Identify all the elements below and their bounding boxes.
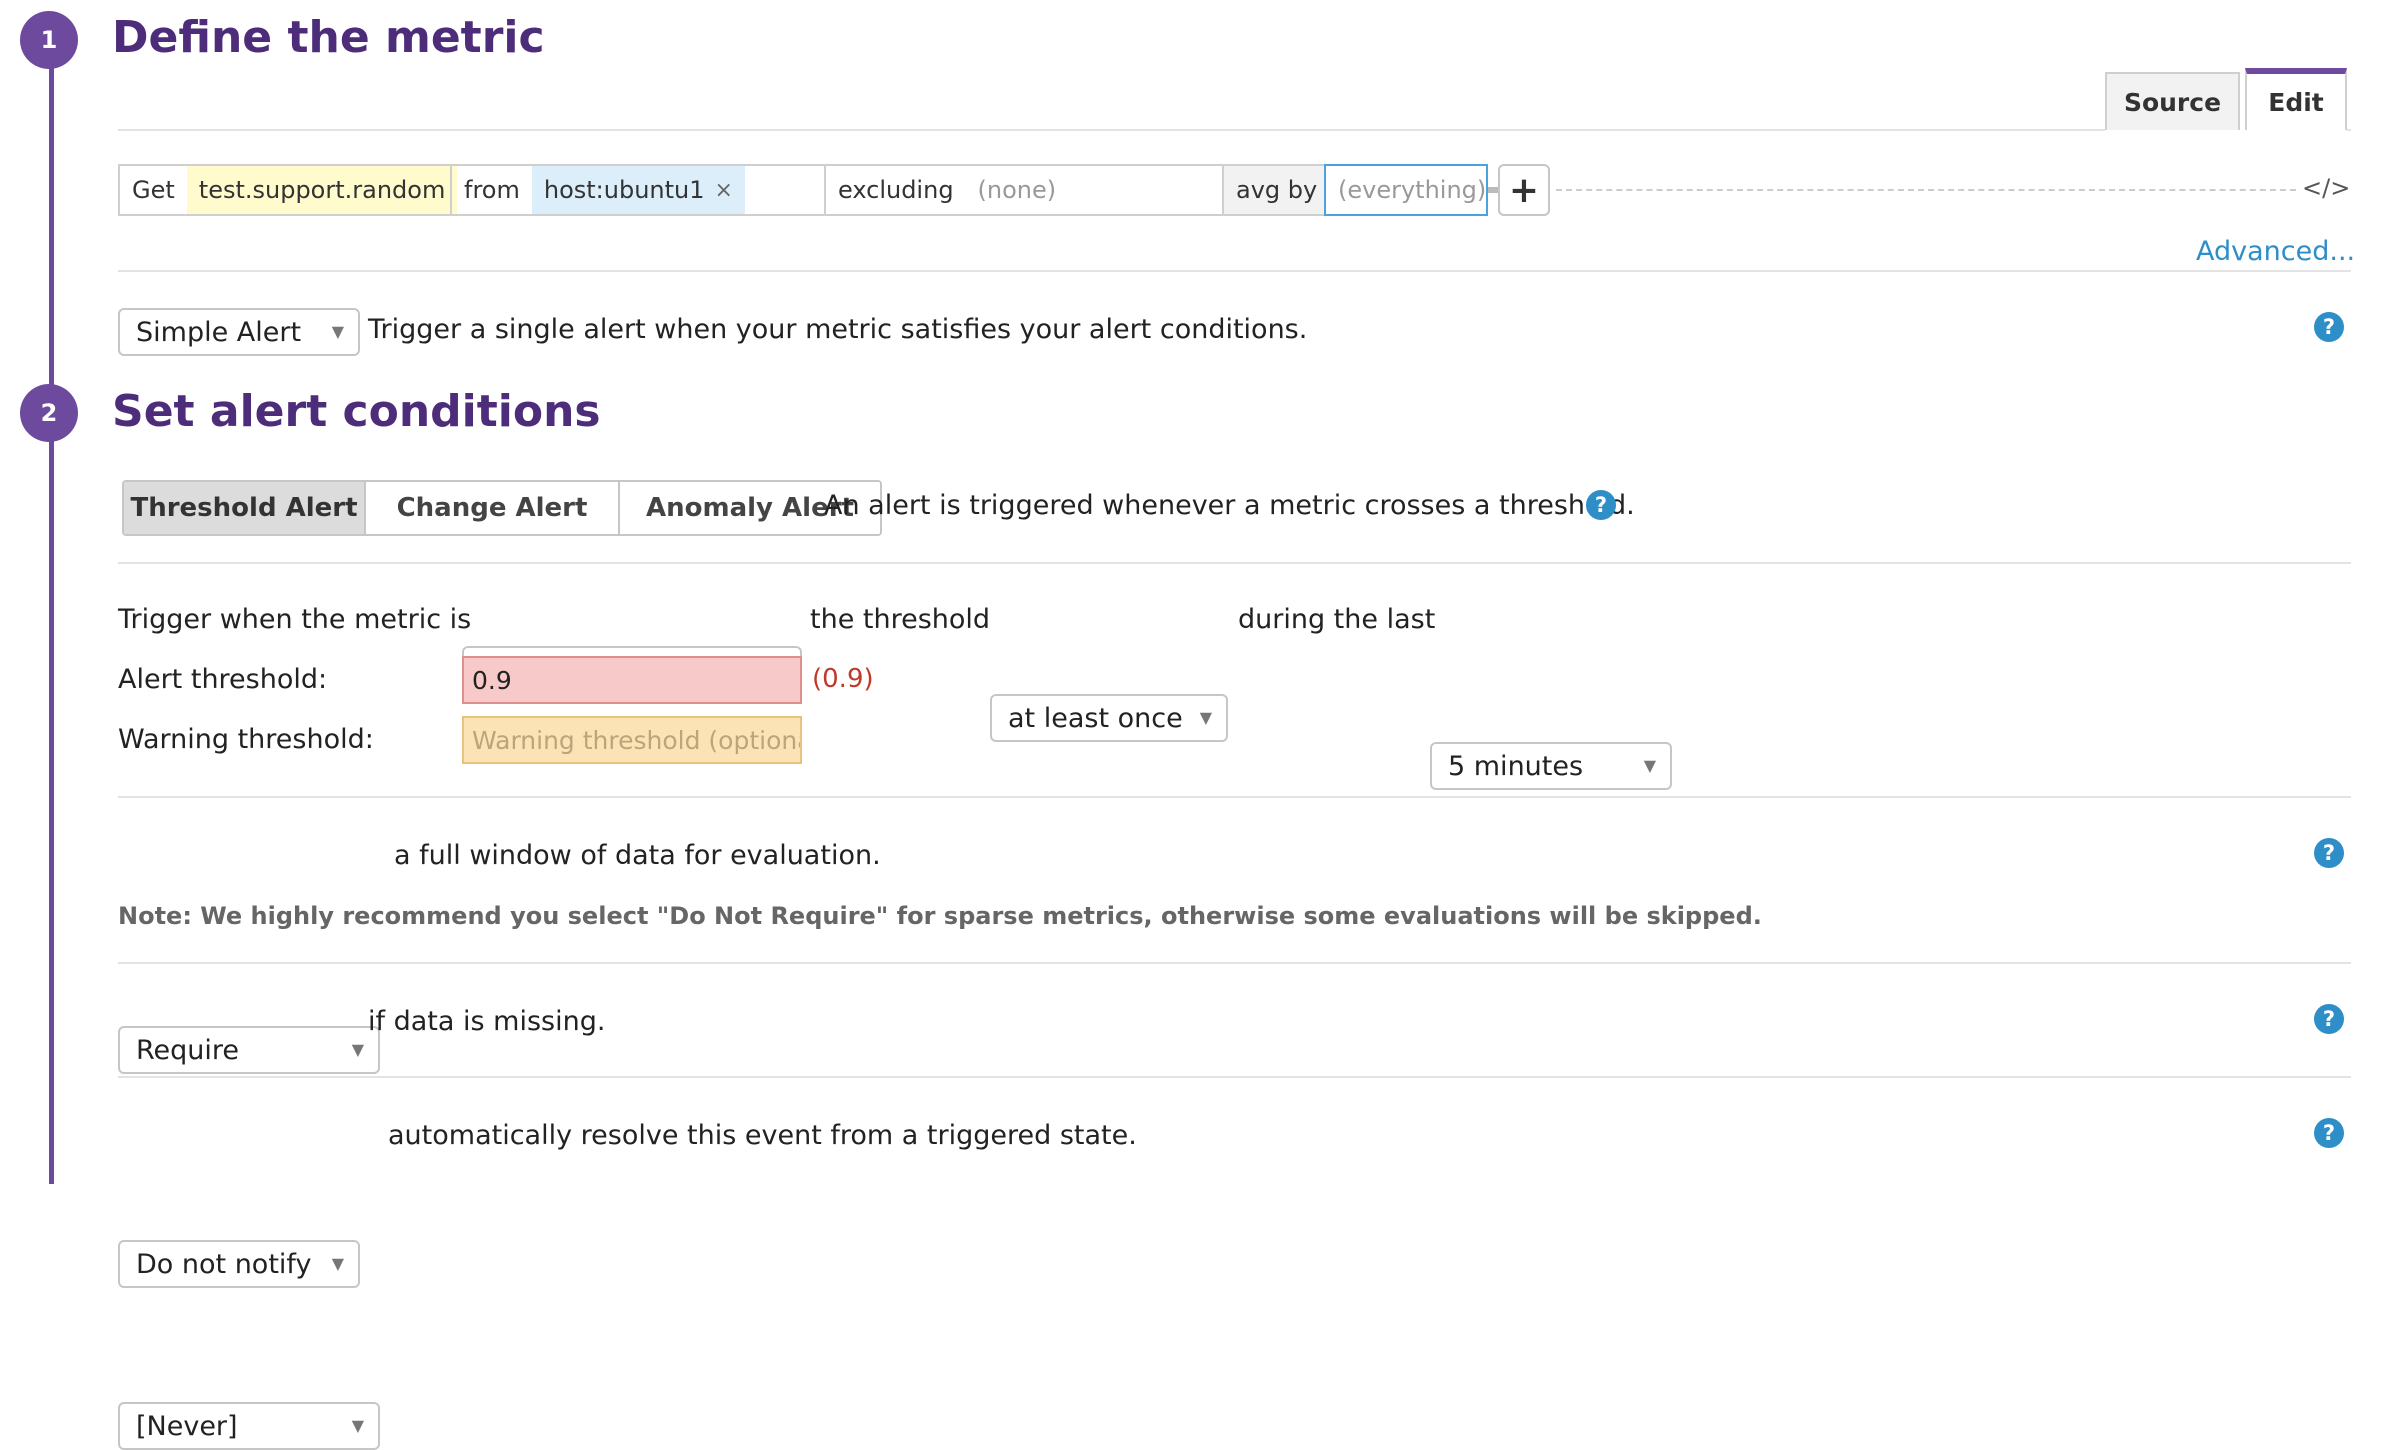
add-query-button[interactable]: +	[1498, 164, 1550, 216]
chevron-down-icon: ▼	[331, 322, 344, 341]
excluding-input[interactable]: (none)	[966, 166, 1069, 214]
help-icon[interactable]: ?	[1586, 490, 1616, 520]
alert-threshold-label: Alert threshold:	[118, 664, 328, 695]
auto-resolve-value: [Never]	[136, 1410, 238, 1442]
sparse-metrics-note: Note: We highly recommend you select "Do…	[118, 902, 1762, 930]
window-select[interactable]: 5 minutes ▼	[1430, 742, 1672, 790]
help-icon[interactable]: ?	[2314, 1118, 2344, 1148]
warning-threshold-label: Warning threshold:	[118, 724, 374, 755]
trigger-during: during the last	[1238, 604, 1436, 635]
remove-tag-icon[interactable]: ×	[715, 178, 733, 203]
divider	[118, 562, 2351, 564]
excluding-label: excluding	[838, 176, 954, 204]
help-icon[interactable]: ?	[2314, 312, 2344, 342]
from-tag-label: host:ubuntu1	[543, 176, 705, 204]
alert-condition-tabs: Threshold Alert Change Alert Anomaly Ale…	[122, 480, 882, 536]
condition-description: An alert is triggered whenever a metric …	[824, 490, 1635, 521]
tab-baseline	[118, 129, 2105, 131]
tab-edit[interactable]: Edit	[2245, 68, 2347, 130]
divider	[118, 1076, 2351, 1078]
step-2-badge: 2	[20, 384, 78, 442]
excluding-selector[interactable]: excluding (none)	[824, 164, 1224, 216]
tab-threshold-alert[interactable]: Threshold Alert	[124, 482, 366, 534]
missing-data-text: if data is missing.	[368, 1006, 606, 1037]
advanced-link[interactable]: Advanced...	[2196, 236, 2355, 267]
frequency-select[interactable]: at least once ▼	[990, 694, 1228, 742]
trigger-prefix: Trigger when the metric is	[118, 604, 472, 635]
avg-by-label-box: avg by	[1222, 164, 1326, 216]
require-window-select[interactable]: Require ▼	[118, 1026, 380, 1074]
chevron-down-icon: ▼	[1643, 756, 1656, 775]
divider	[118, 962, 2351, 964]
frequency-value: at least once	[1008, 702, 1183, 734]
alert-threshold-input[interactable]: 0.9	[462, 656, 802, 704]
avg-by-placeholder: (everything)	[1338, 176, 1487, 204]
from-selector[interactable]: from host:ubuntu1 ×	[450, 164, 826, 216]
metric-name[interactable]: test.support.random	[186, 166, 458, 214]
auto-resolve-select[interactable]: [Never] ▼	[118, 1402, 380, 1450]
code-icon[interactable]: </>	[2302, 174, 2350, 202]
tab-change-alert[interactable]: Change Alert	[366, 482, 620, 534]
auto-resolve-text: automatically resolve this event from a …	[388, 1120, 1137, 1151]
alert-threshold-preview: (0.9)	[812, 664, 874, 694]
chevron-down-icon: ▼	[351, 1040, 364, 1059]
from-label: from	[464, 176, 520, 204]
missing-data-value: Do not notify	[136, 1248, 312, 1280]
help-icon[interactable]: ?	[2314, 1004, 2344, 1034]
step-1-title: Define the metric	[112, 12, 545, 63]
chevron-down-icon: ▼	[331, 1254, 344, 1273]
step-2-title: Set alert conditions	[112, 386, 601, 437]
divider	[118, 796, 2351, 798]
trigger-middle: the threshold	[810, 604, 991, 635]
alert-type-value: Simple Alert	[136, 316, 302, 348]
metric-selector[interactable]: Get test.support.random	[118, 164, 458, 216]
step-timeline-line	[49, 40, 54, 1184]
avg-by-input[interactable]: (everything)	[1324, 164, 1488, 216]
alert-type-description: Trigger a single alert when your metric …	[368, 314, 1308, 345]
alert-type-select[interactable]: Simple Alert ▼	[118, 308, 360, 356]
window-value: 5 minutes	[1448, 750, 1584, 782]
chevron-down-icon: ▼	[351, 1416, 364, 1435]
divider	[118, 270, 2351, 272]
get-label: Get	[132, 176, 175, 204]
require-window-text: a full window of data for evaluation.	[394, 840, 881, 871]
warning-threshold-input[interactable]: Warning threshold (optiona	[462, 716, 802, 764]
step-1-badge: 1	[20, 11, 78, 69]
query-dashed-line	[1556, 189, 2296, 191]
tab-source[interactable]: Source	[2105, 72, 2240, 130]
connector	[1488, 187, 1498, 193]
require-window-value: Require	[136, 1034, 240, 1066]
chevron-down-icon: ▼	[1199, 708, 1212, 727]
avg-by-label: avg by	[1236, 176, 1318, 204]
missing-data-select[interactable]: Do not notify ▼	[118, 1240, 360, 1288]
tab-baseline-end	[2347, 129, 2351, 131]
help-icon[interactable]: ?	[2314, 838, 2344, 868]
from-tag[interactable]: host:ubuntu1 ×	[531, 166, 745, 214]
